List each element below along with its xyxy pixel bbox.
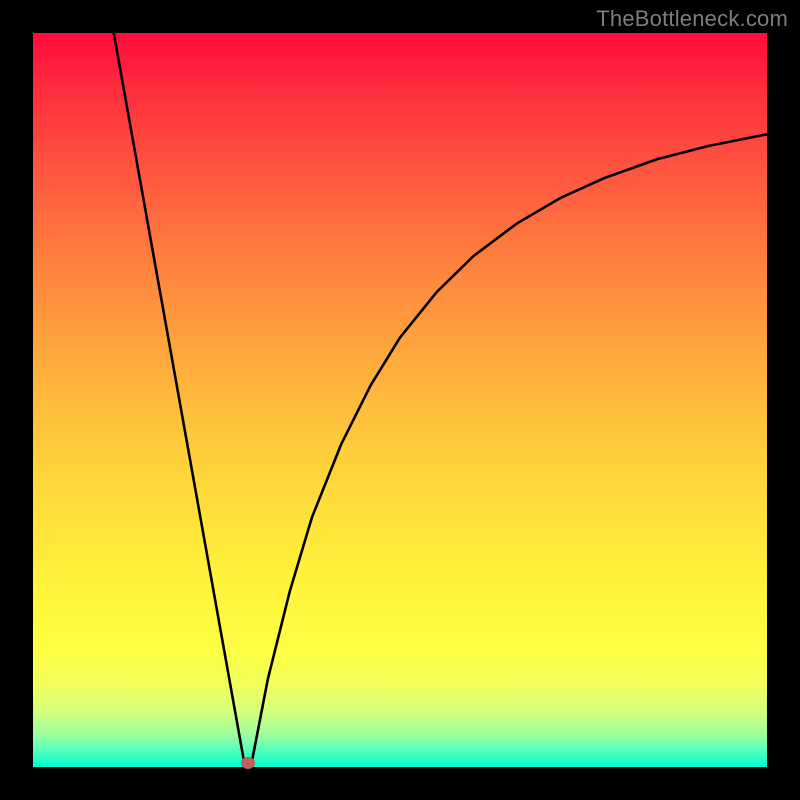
chart-frame: TheBottleneck.com — [0, 0, 800, 800]
bottleneck-curve — [33, 33, 767, 767]
curve-path — [114, 33, 767, 762]
minimum-marker — [241, 757, 255, 769]
watermark-text: TheBottleneck.com — [596, 6, 788, 32]
plot-area — [33, 33, 767, 767]
